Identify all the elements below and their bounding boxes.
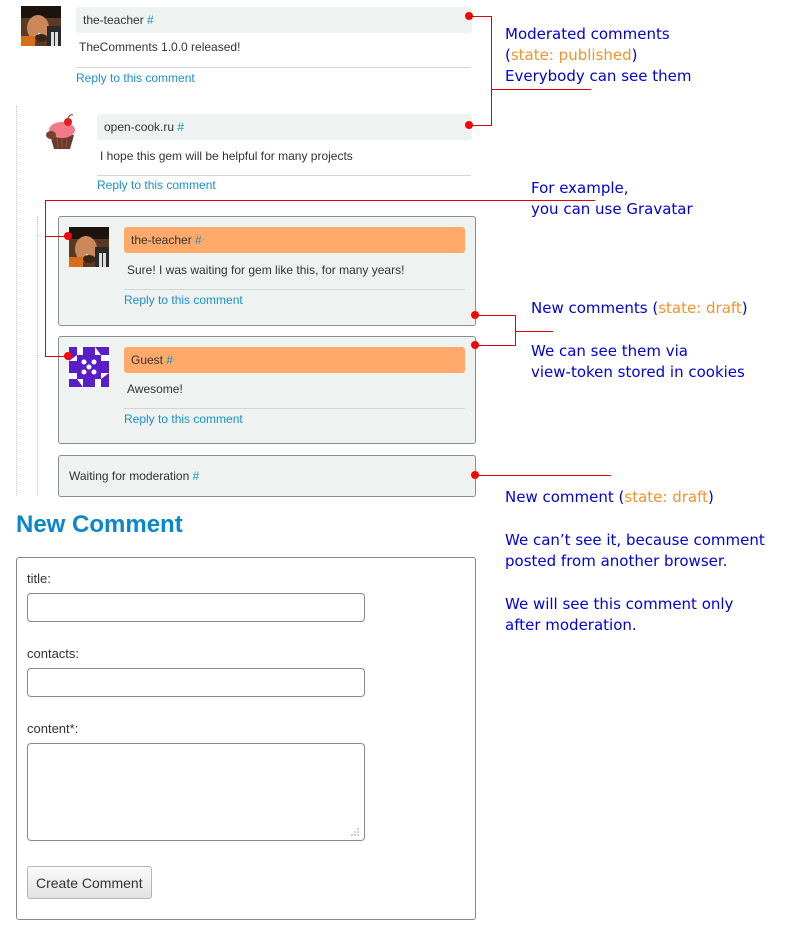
draft-comment-item: the-teacher # Sure! I was waiting for ge…	[58, 216, 476, 326]
connector-line	[491, 89, 591, 90]
avatar-cupcake-icon	[42, 113, 82, 153]
comment-author: open-cook.ru	[104, 120, 175, 134]
reply-link[interactable]: Reply to this comment	[124, 412, 243, 426]
comment-author: the-teacher	[131, 233, 192, 247]
connector-dot	[64, 352, 72, 360]
annotation-line: New comments (state: draft)	[531, 298, 748, 319]
avatar-teacher-icon	[69, 227, 109, 267]
comment-anchor-link[interactable]: #	[147, 13, 154, 27]
annotation-line: (state: published)	[505, 45, 691, 66]
comment-header: the-teacher #	[76, 7, 472, 33]
moderation-placeholder: Waiting for moderation #	[58, 455, 476, 497]
title-input[interactable]	[27, 593, 365, 622]
annotation-line: For example,	[531, 179, 629, 197]
content-textarea[interactable]	[27, 743, 365, 841]
form-title: New Comment	[16, 511, 183, 538]
comment-author: Guest	[131, 353, 164, 367]
text: New comments (	[531, 299, 659, 317]
comment-anchor-link[interactable]: #	[193, 469, 200, 483]
reply-link[interactable]: Reply to this comment	[97, 178, 216, 192]
reply-link[interactable]: Reply to this comment	[76, 71, 195, 85]
draft-comment-item: Guest # Awesome! Reply to this comment	[58, 336, 476, 444]
content-label: content*:	[27, 721, 79, 736]
comment-anchor-link[interactable]: #	[166, 353, 173, 367]
comment-body: Sure! I was waiting for gem like this, f…	[127, 263, 405, 277]
contacts-label: contacts:	[27, 646, 80, 661]
annotation-line: Everybody can see them	[505, 67, 692, 85]
connector-line	[45, 200, 46, 357]
annotation-line: Moderated comments	[505, 25, 670, 43]
comment-body: TheComments 1.0.0 released!	[79, 40, 241, 54]
text: )	[707, 488, 714, 506]
avatar-teacher-icon	[21, 6, 61, 46]
annotation-new-comment: New comment (state: draft) We can’t see …	[505, 487, 765, 636]
annotation-line: posted from another browser.	[505, 552, 728, 570]
state-label: state: draft	[624, 488, 708, 506]
comment-anchor-link[interactable]: #	[195, 233, 202, 247]
contacts-input[interactable]	[27, 668, 365, 697]
comment-body: I hope this gem will be helpful for many…	[100, 149, 353, 163]
moderation-text: Waiting for moderation #	[69, 469, 199, 483]
comment-divider	[124, 408, 465, 409]
new-comment-form: title: contacts: content*: Create Commen…	[16, 557, 476, 920]
annotation-gravatar: For example, you can use Gravatar	[531, 178, 693, 220]
thread-indent-line	[16, 106, 17, 496]
text: New comment (	[505, 488, 625, 506]
connector-line	[491, 16, 492, 126]
connector-line	[45, 236, 65, 237]
comment-divider	[124, 289, 465, 290]
annotation-line: you can use Gravatar	[531, 200, 693, 218]
resize-grip-icon[interactable]	[350, 827, 360, 837]
connector-line	[470, 125, 491, 126]
annotation-new-comments: New comments (state: draft) We can see t…	[531, 298, 748, 383]
connector-line	[476, 475, 611, 476]
annotation-line: We can’t see it, because comment	[505, 531, 765, 549]
comment-header: Guest #	[124, 347, 465, 373]
state-label: state: draft	[658, 299, 742, 317]
comment-author: the-teacher	[83, 13, 144, 27]
annotation-moderated: Moderated comments (state: published) Ev…	[505, 24, 691, 87]
connector-line	[476, 315, 515, 316]
comment-divider	[97, 175, 471, 176]
moderation-label: Waiting for moderation	[69, 469, 190, 483]
annotation-line: after moderation.	[505, 616, 637, 634]
state-label: state: published	[510, 46, 632, 64]
connector-dot	[64, 232, 72, 240]
avatar-identicon-icon	[69, 347, 109, 387]
annotation-line: view-token stored in cookies	[531, 363, 745, 381]
comment-anchor-link[interactable]: #	[177, 120, 184, 134]
connector-line	[45, 356, 65, 357]
connector-line	[476, 345, 515, 346]
content-textarea-wrap	[27, 743, 365, 841]
comment-header: the-teacher #	[124, 227, 465, 253]
comment-divider	[76, 67, 471, 68]
thread-indent-line	[37, 216, 38, 496]
reply-link[interactable]: Reply to this comment	[124, 293, 243, 307]
paren: )	[631, 46, 638, 64]
annotation-line: We will see this comment only	[505, 595, 734, 613]
create-comment-button[interactable]: Create Comment	[27, 866, 152, 899]
annotation-line: New comment (state: draft)	[505, 487, 765, 508]
comment-header: open-cook.ru #	[97, 114, 472, 140]
comment-body: Awesome!	[127, 382, 183, 396]
annotation-line: We can see them via	[531, 342, 688, 360]
connector-line	[470, 16, 491, 17]
connector-line	[45, 200, 595, 201]
title-label: title:	[27, 571, 51, 586]
text: )	[741, 299, 748, 317]
